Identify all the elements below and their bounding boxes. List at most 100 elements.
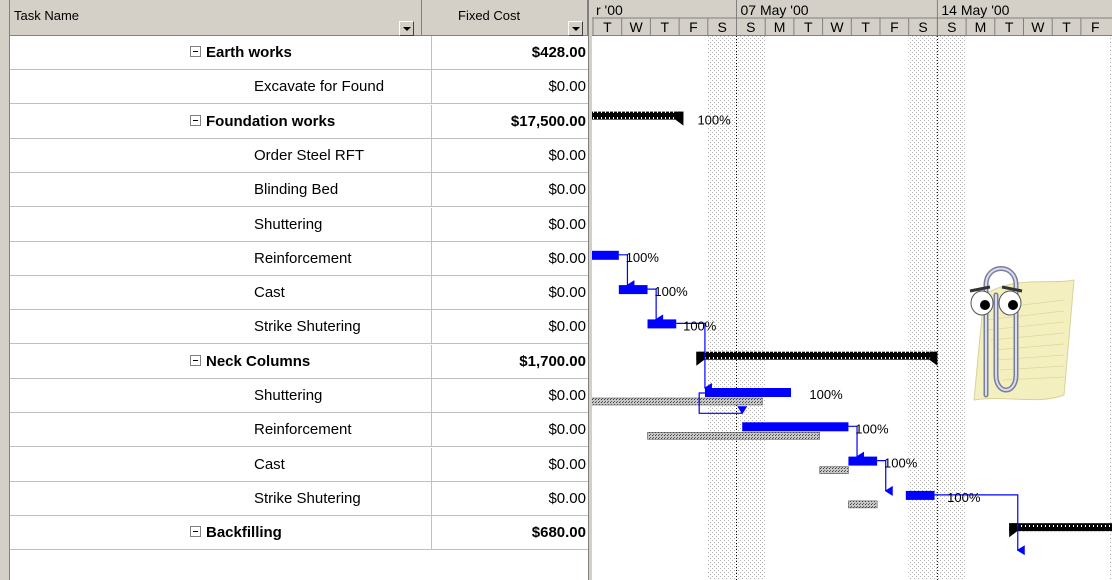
baseline-bar bbox=[819, 466, 849, 474]
table-row[interactable]: Strike Shutering $0.00 bbox=[10, 481, 588, 516]
baseline-bar bbox=[647, 432, 820, 440]
task-bar bbox=[905, 490, 935, 500]
percent-complete-label: 100% bbox=[855, 421, 889, 436]
task-name-text: Backfilling bbox=[206, 524, 282, 542]
fixed-cost-value: $17,500.00 bbox=[510, 112, 586, 130]
fixed-cost-value: $0.00 bbox=[548, 78, 586, 96]
task-name-text: Excavate for Found bbox=[254, 78, 385, 96]
fixed-cost-value: $0.00 bbox=[548, 249, 586, 267]
day-label: S bbox=[918, 19, 927, 35]
task-name-text: Reinforcement bbox=[254, 421, 352, 439]
table-row[interactable]: Cast $0.00 bbox=[10, 276, 588, 311]
day-label: S bbox=[717, 19, 726, 35]
baseline-bar bbox=[592, 397, 763, 406]
day-label: S bbox=[746, 19, 755, 35]
fixed-cost-cell[interactable]: $0.00 bbox=[433, 413, 588, 446]
percent-complete-label: 100% bbox=[654, 284, 688, 299]
task-name-cell[interactable]: Shuttering bbox=[20, 379, 432, 412]
fixed-cost-cell[interactable]: $0.00 bbox=[433, 379, 588, 412]
summary-bar-foundation bbox=[592, 111, 684, 126]
percent-complete-label: 100% bbox=[884, 456, 918, 471]
task-name-cell[interactable]: Foundation works bbox=[20, 104, 432, 138]
column-header-fixed-cost-label: Fixed Cost bbox=[458, 8, 521, 23]
task-name-cell[interactable]: Earth works bbox=[20, 36, 432, 69]
task-name-cell[interactable]: Shuttering bbox=[20, 207, 432, 241]
task-name-cell[interactable]: Neck Columns bbox=[20, 344, 432, 378]
column-header-fixed-cost[interactable]: Fixed Cost bbox=[422, 0, 588, 36]
column-header-task-name[interactable]: Task Name bbox=[10, 0, 422, 36]
day-label: W bbox=[629, 19, 643, 35]
table-row[interactable]: Reinforcement $0.00 bbox=[10, 413, 588, 448]
fixed-cost-value: $0.00 bbox=[548, 421, 586, 439]
task-name-cell[interactable]: Strike Shutering bbox=[20, 481, 432, 515]
task-name-cell[interactable]: Cast bbox=[20, 276, 432, 310]
collapse-toggle-icon[interactable] bbox=[190, 46, 201, 57]
day-label: W bbox=[830, 19, 844, 35]
day-label: T bbox=[861, 19, 870, 35]
task-bar bbox=[647, 319, 677, 329]
fixed-cost-cell[interactable]: $680.00 bbox=[433, 516, 588, 549]
task-name-cell[interactable]: Reinforcement bbox=[20, 413, 432, 447]
table-row[interactable]: Order Steel RFT $0.00 bbox=[10, 138, 588, 173]
fixed-cost-value: $1,700.00 bbox=[519, 352, 586, 370]
fixed-cost-cell[interactable]: $0.00 bbox=[433, 482, 588, 515]
fixed-cost-cell[interactable]: $0.00 bbox=[433, 242, 588, 275]
table-row[interactable]: Strike Shutering $0.00 bbox=[10, 310, 588, 345]
fixed-cost-cell[interactable]: $0.00 bbox=[433, 173, 588, 206]
column-header-task-name-label: Task Name bbox=[14, 8, 80, 23]
table-row[interactable]: Shuttering $0.00 bbox=[10, 207, 588, 242]
task-name-filter-dropdown-icon[interactable] bbox=[399, 21, 414, 36]
percent-complete-label: 100% bbox=[809, 387, 843, 402]
summary-task-row[interactable]: Foundation works $17,500.00 bbox=[10, 104, 588, 139]
task-name-text: Strike Shutering bbox=[254, 318, 361, 336]
task-name-cell[interactable]: Backfilling bbox=[20, 516, 432, 550]
collapse-toggle-icon[interactable] bbox=[190, 114, 201, 126]
task-table: Task Name Fixed Cost Earth works $428.00 E… bbox=[0, 0, 588, 580]
task-bar bbox=[704, 388, 792, 397]
task-name-cell[interactable]: Strike Shutering bbox=[20, 310, 432, 344]
week-label: r '00 bbox=[596, 2, 623, 18]
paperclip-right-pupil bbox=[1008, 300, 1018, 310]
day-label: W bbox=[1031, 19, 1045, 35]
fixed-cost-cell[interactable]: $0.00 bbox=[433, 139, 588, 172]
fixed-cost-cell[interactable]: $0.00 bbox=[433, 70, 588, 103]
fixed-cost-cell[interactable]: $428.00 bbox=[433, 36, 588, 69]
fixed-cost-cell[interactable]: $1,700.00 bbox=[433, 345, 588, 378]
collapse-toggle-icon[interactable] bbox=[190, 354, 201, 366]
fixed-cost-value: $0.00 bbox=[548, 387, 586, 404]
day-label: T bbox=[1005, 19, 1014, 35]
fixed-cost-cell[interactable]: $0.00 bbox=[433, 310, 588, 343]
fixed-cost-cell[interactable]: $0.00 bbox=[433, 276, 588, 309]
day-label: T bbox=[804, 19, 813, 35]
fixed-cost-cell[interactable]: $0.00 bbox=[433, 448, 588, 481]
fixed-cost-cell[interactable]: $17,500.00 bbox=[433, 105, 588, 138]
fixed-cost-value: $0.00 bbox=[548, 181, 586, 199]
day-label: F bbox=[689, 19, 698, 35]
week-label: 14 May '00 bbox=[941, 2, 1009, 18]
paperclip-assistant-icon bbox=[969, 266, 1075, 401]
task-name-cell[interactable]: Excavate for Found bbox=[20, 70, 432, 104]
day-label: T bbox=[660, 19, 669, 35]
summary-bar-fill bbox=[696, 351, 938, 360]
fixed-cost-value: $0.00 bbox=[548, 215, 586, 233]
task-name-cell[interactable]: Reinforcement bbox=[20, 241, 432, 275]
table-row[interactable]: Shuttering $0.00 bbox=[10, 379, 588, 413]
table-row[interactable]: Reinforcement $0.00 bbox=[10, 241, 588, 276]
summary-task-row[interactable]: Backfilling $680.00 bbox=[10, 516, 588, 551]
table-row[interactable]: Cast $0.00 bbox=[10, 447, 588, 482]
collapse-toggle-icon[interactable] bbox=[190, 526, 201, 538]
table-row[interactable]: Excavate for Found $0.00 bbox=[10, 70, 588, 105]
fixed-cost-cell[interactable]: $0.00 bbox=[433, 208, 588, 241]
task-name-cell[interactable]: Blinding Bed bbox=[20, 173, 432, 207]
gantt-chart: r '00 07 May '00 14 May '00 T W T F S S M T W T F S S M T… bbox=[592, 0, 1112, 580]
fixed-cost-value: $0.00 bbox=[548, 455, 586, 473]
task-name-cell[interactable]: Order Steel RFT bbox=[20, 138, 432, 172]
table-row[interactable]: Blinding Bed $0.00 bbox=[10, 173, 588, 208]
summary-task-row[interactable]: Earth works $428.00 bbox=[10, 36, 588, 70]
summary-bar-fill bbox=[592, 111, 684, 120]
task-name-text: Strike Shutering bbox=[254, 489, 361, 507]
summary-task-row[interactable]: Neck Columns $1,700.00 bbox=[10, 344, 588, 379]
fixed-cost-filter-dropdown-icon[interactable] bbox=[568, 21, 583, 36]
fixed-cost-value: $0.00 bbox=[548, 318, 586, 336]
task-name-cell[interactable]: Cast bbox=[20, 447, 432, 481]
